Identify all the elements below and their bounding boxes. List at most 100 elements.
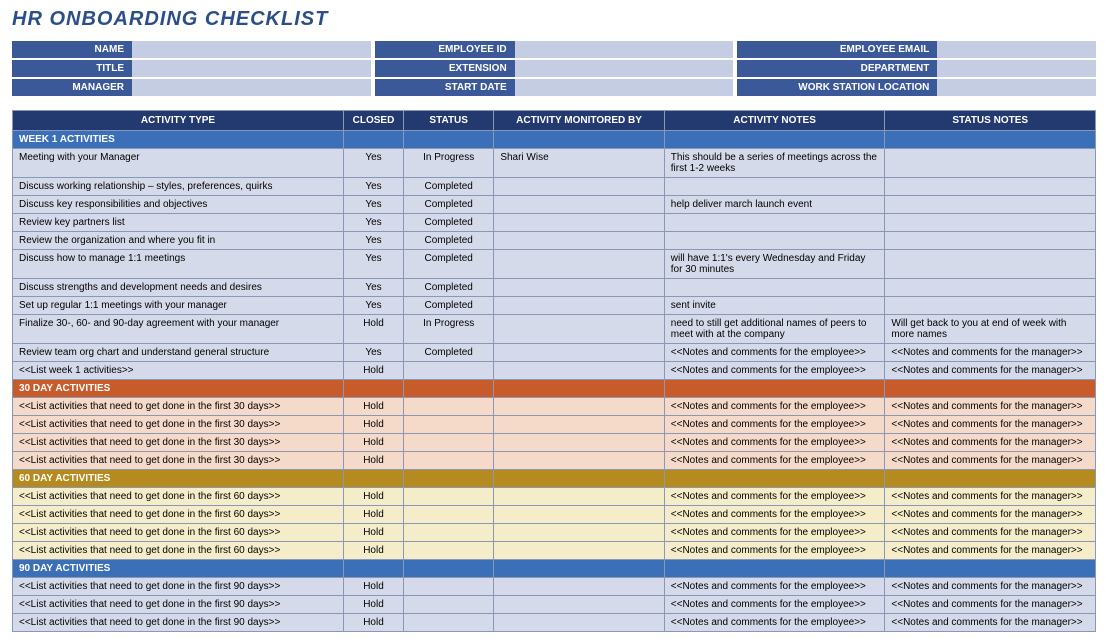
status-cell[interactable] [404, 524, 494, 542]
monitored-cell[interactable] [494, 452, 664, 470]
activity-cell[interactable]: Review the organization and where you fi… [13, 232, 344, 250]
monitored-cell[interactable] [494, 297, 664, 315]
statusnotes-cell[interactable] [885, 214, 1096, 232]
monitored-cell[interactable] [494, 250, 664, 279]
statusnotes-cell[interactable]: <<Notes and comments for the manager>> [885, 614, 1096, 632]
closed-cell[interactable]: Hold [343, 542, 403, 560]
notes-cell[interactable]: <<Notes and comments for the employee>> [664, 416, 885, 434]
info-value[interactable] [937, 60, 1096, 77]
statusnotes-cell[interactable] [885, 149, 1096, 178]
statusnotes-cell[interactable]: <<Notes and comments for the manager>> [885, 542, 1096, 560]
monitored-cell[interactable] [494, 362, 664, 380]
activity-cell[interactable]: Discuss working relationship – styles, p… [13, 178, 344, 196]
status-cell[interactable]: Completed [404, 344, 494, 362]
closed-cell[interactable]: Hold [343, 524, 403, 542]
notes-cell[interactable]: <<Notes and comments for the employee>> [664, 488, 885, 506]
activity-cell[interactable]: <<List activities that need to get done … [13, 506, 344, 524]
activity-cell[interactable]: <<List activities that need to get done … [13, 596, 344, 614]
activity-cell[interactable]: <<List activities that need to get done … [13, 452, 344, 470]
status-cell[interactable] [404, 578, 494, 596]
activity-cell[interactable]: <<List week 1 activities>> [13, 362, 344, 380]
closed-cell[interactable]: Hold [343, 315, 403, 344]
monitored-cell[interactable] [494, 596, 664, 614]
notes-cell[interactable] [664, 178, 885, 196]
notes-cell[interactable]: <<Notes and comments for the employee>> [664, 362, 885, 380]
closed-cell[interactable]: Hold [343, 506, 403, 524]
closed-cell[interactable]: Yes [343, 344, 403, 362]
notes-cell[interactable]: This should be a series of meetings acro… [664, 149, 885, 178]
notes-cell[interactable]: <<Notes and comments for the employee>> [664, 542, 885, 560]
status-cell[interactable] [404, 362, 494, 380]
monitored-cell[interactable]: Shari Wise [494, 149, 664, 178]
status-cell[interactable]: Completed [404, 178, 494, 196]
activity-cell[interactable]: <<List activities that need to get done … [13, 524, 344, 542]
status-cell[interactable]: In Progress [404, 315, 494, 344]
monitored-cell[interactable] [494, 578, 664, 596]
monitored-cell[interactable] [494, 524, 664, 542]
closed-cell[interactable]: Hold [343, 434, 403, 452]
activity-cell[interactable]: <<List activities that need to get done … [13, 488, 344, 506]
closed-cell[interactable]: Yes [343, 250, 403, 279]
info-value[interactable] [937, 41, 1096, 58]
notes-cell[interactable]: <<Notes and comments for the employee>> [664, 614, 885, 632]
statusnotes-cell[interactable]: Will get back to you at end of week with… [885, 315, 1096, 344]
notes-cell[interactable]: will have 1:1's every Wednesday and Frid… [664, 250, 885, 279]
notes-cell[interactable]: <<Notes and comments for the employee>> [664, 398, 885, 416]
statusnotes-cell[interactable]: <<Notes and comments for the manager>> [885, 362, 1096, 380]
notes-cell[interactable]: <<Notes and comments for the employee>> [664, 578, 885, 596]
statusnotes-cell[interactable]: <<Notes and comments for the manager>> [885, 344, 1096, 362]
status-cell[interactable]: Completed [404, 232, 494, 250]
monitored-cell[interactable] [494, 178, 664, 196]
monitored-cell[interactable] [494, 416, 664, 434]
notes-cell[interactable]: <<Notes and comments for the employee>> [664, 506, 885, 524]
closed-cell[interactable]: Yes [343, 196, 403, 214]
activity-cell[interactable]: <<List activities that need to get done … [13, 398, 344, 416]
closed-cell[interactable]: Hold [343, 596, 403, 614]
notes-cell[interactable]: <<Notes and comments for the employee>> [664, 596, 885, 614]
status-cell[interactable]: Completed [404, 297, 494, 315]
activity-cell[interactable]: Finalize 30-, 60- and 90-day agreement w… [13, 315, 344, 344]
status-cell[interactable]: Completed [404, 196, 494, 214]
info-value[interactable] [132, 41, 371, 58]
notes-cell[interactable] [664, 279, 885, 297]
activity-cell[interactable]: <<List activities that need to get done … [13, 434, 344, 452]
activity-cell[interactable]: Discuss key responsibilities and objecti… [13, 196, 344, 214]
closed-cell[interactable]: Hold [343, 614, 403, 632]
status-cell[interactable]: Completed [404, 279, 494, 297]
notes-cell[interactable] [664, 214, 885, 232]
closed-cell[interactable]: Yes [343, 178, 403, 196]
status-cell[interactable] [404, 596, 494, 614]
statusnotes-cell[interactable] [885, 297, 1096, 315]
statusnotes-cell[interactable] [885, 196, 1096, 214]
closed-cell[interactable]: Hold [343, 398, 403, 416]
monitored-cell[interactable] [494, 232, 664, 250]
activity-cell[interactable]: <<List activities that need to get done … [13, 578, 344, 596]
statusnotes-cell[interactable]: <<Notes and comments for the manager>> [885, 506, 1096, 524]
closed-cell[interactable]: Yes [343, 297, 403, 315]
status-cell[interactable] [404, 416, 494, 434]
closed-cell[interactable]: Hold [343, 452, 403, 470]
info-value[interactable] [132, 60, 371, 77]
monitored-cell[interactable] [494, 214, 664, 232]
statusnotes-cell[interactable] [885, 178, 1096, 196]
statusnotes-cell[interactable]: <<Notes and comments for the manager>> [885, 434, 1096, 452]
notes-cell[interactable]: <<Notes and comments for the employee>> [664, 434, 885, 452]
status-cell[interactable] [404, 614, 494, 632]
info-value[interactable] [515, 60, 734, 77]
status-cell[interactable]: Completed [404, 250, 494, 279]
closed-cell[interactable]: Yes [343, 232, 403, 250]
status-cell[interactable]: In Progress [404, 149, 494, 178]
closed-cell[interactable]: Hold [343, 362, 403, 380]
notes-cell[interactable]: <<Notes and comments for the employee>> [664, 452, 885, 470]
status-cell[interactable]: Completed [404, 214, 494, 232]
status-cell[interactable] [404, 452, 494, 470]
info-value[interactable] [132, 79, 371, 96]
monitored-cell[interactable] [494, 196, 664, 214]
notes-cell[interactable]: <<Notes and comments for the employee>> [664, 344, 885, 362]
closed-cell[interactable]: Yes [343, 279, 403, 297]
activity-cell[interactable]: Review team org chart and understand gen… [13, 344, 344, 362]
info-value[interactable] [515, 41, 734, 58]
status-cell[interactable] [404, 542, 494, 560]
status-cell[interactable] [404, 434, 494, 452]
activity-cell[interactable]: <<List activities that need to get done … [13, 614, 344, 632]
